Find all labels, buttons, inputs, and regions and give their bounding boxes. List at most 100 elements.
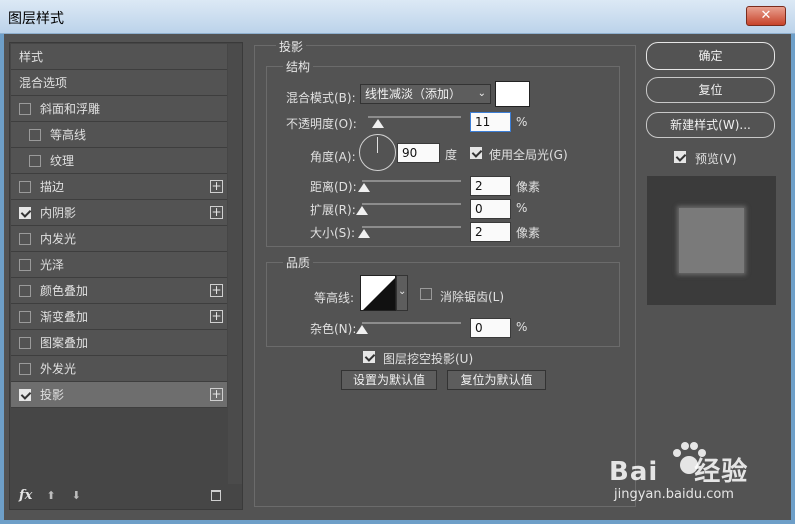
- make-default-button[interactable]: 设置为默认值: [341, 370, 437, 390]
- opacity-input[interactable]: 11: [470, 112, 511, 132]
- contour-dropdown-button[interactable]: ⌄: [396, 275, 408, 311]
- distance-label: 距离(D):: [310, 180, 357, 194]
- style-item[interactable]: 斜面和浮雕: [11, 96, 227, 122]
- style-item[interactable]: 投影 +: [11, 382, 227, 408]
- knockout-label: 图层挖空投影(U): [383, 352, 474, 366]
- style-item[interactable]: 描边 +: [11, 174, 227, 200]
- angle-dial[interactable]: [359, 134, 396, 171]
- anti-alias-checkbox[interactable]: [420, 288, 432, 300]
- style-checkbox[interactable]: [19, 206, 31, 219]
- opacity-slider[interactable]: [368, 116, 461, 118]
- style-checkbox[interactable]: [19, 362, 31, 375]
- blend-mode-value: 线性减淡（添加）: [365, 87, 462, 101]
- blend-mode-select[interactable]: 线性减淡（添加） ⌄: [360, 84, 491, 104]
- styles-footer: fx ⬆ ⬇: [11, 482, 241, 508]
- size-slider-thumb[interactable]: [357, 229, 370, 238]
- style-item[interactable]: 内阴影 +: [11, 200, 227, 226]
- baidu-jingyan-watermark: Bai 经验 jingyan.baidu.com: [609, 439, 789, 514]
- style-checkbox[interactable]: [19, 284, 31, 297]
- ok-button[interactable]: 确定: [646, 42, 775, 70]
- structure-title: 结构: [283, 58, 314, 75]
- distance-input[interactable]: 2: [470, 176, 511, 196]
- style-item[interactable]: 颜色叠加 +: [11, 278, 227, 304]
- style-item[interactable]: 样式: [11, 44, 227, 70]
- distance-slider-thumb[interactable]: [357, 183, 370, 192]
- style-item[interactable]: 图案叠加: [11, 330, 227, 356]
- move-up-icon[interactable]: ⬆: [46, 489, 55, 502]
- style-checkbox[interactable]: [19, 336, 31, 349]
- spread-input[interactable]: 0: [470, 199, 511, 219]
- style-item[interactable]: 内发光: [11, 226, 227, 252]
- new-style-label: 新建样式(W)...: [670, 118, 751, 132]
- global-light-checkbox[interactable]: [470, 147, 482, 159]
- quality-title: 品质: [283, 254, 314, 271]
- style-checkbox[interactable]: [19, 310, 31, 323]
- style-checkbox[interactable]: [19, 388, 31, 401]
- add-style-icon[interactable]: +: [210, 206, 223, 219]
- angle-input[interactable]: 90: [397, 143, 440, 163]
- angle-label: 角度(A):: [310, 150, 356, 164]
- style-item-label: 外发光: [40, 362, 77, 376]
- style-item-label: 等高线: [50, 128, 87, 142]
- shadow-color-swatch[interactable]: [495, 81, 530, 107]
- reset-button[interactable]: 复位: [646, 77, 775, 103]
- style-checkbox[interactable]: [19, 232, 31, 245]
- style-checkbox[interactable]: [19, 102, 31, 115]
- contour-picker[interactable]: [360, 275, 396, 311]
- add-style-icon[interactable]: +: [210, 180, 223, 193]
- drop-shadow-title: 投影: [276, 38, 307, 55]
- style-checkbox[interactable]: [29, 154, 41, 167]
- trash-icon[interactable]: [210, 489, 221, 501]
- styles-scrollbar[interactable]: [228, 44, 242, 484]
- move-down-icon[interactable]: ⬇: [72, 489, 81, 502]
- add-style-icon[interactable]: +: [210, 388, 223, 401]
- style-item[interactable]: 渐变叠加 +: [11, 304, 227, 330]
- title-bar: 图层样式 ✕: [0, 0, 795, 34]
- spread-slider-thumb[interactable]: [356, 206, 368, 215]
- noise-input[interactable]: 0: [470, 318, 511, 338]
- style-item[interactable]: 混合选项: [11, 70, 227, 96]
- style-item-label: 样式: [19, 50, 44, 64]
- layer-style-dialog: 样式混合选项斜面和浮雕等高线纹理描边 + 内阴影 + 内发光光泽 颜色叠加 + 渐变叠加 + 图案…: [4, 34, 791, 520]
- spread-slider[interactable]: [362, 203, 461, 205]
- spread-label: 扩展(R):: [310, 203, 356, 217]
- reset-default-button[interactable]: 复位为默认值: [447, 370, 546, 390]
- styles-panel: 样式混合选项斜面和浮雕等高线纹理描边 + 内阴影 + 内发光光泽 颜色叠加 + 渐变叠加 + 图案…: [9, 42, 243, 510]
- add-style-icon[interactable]: +: [210, 310, 223, 323]
- chevron-down-icon: ⌄: [398, 286, 407, 297]
- contour-label: 等高线:: [314, 291, 355, 305]
- distance-slider[interactable]: [362, 180, 461, 182]
- knockout-checkbox[interactable]: [363, 351, 375, 363]
- style-checkbox[interactable]: [29, 128, 41, 141]
- close-button[interactable]: ✕: [746, 6, 786, 26]
- size-unit: 像素: [516, 226, 541, 240]
- style-item-label: 纹理: [50, 154, 75, 168]
- preview-checkbox[interactable]: [674, 151, 686, 163]
- close-icon: ✕: [760, 8, 772, 23]
- blend-mode-label: 混合模式(B):: [286, 91, 356, 105]
- angle-unit: 度: [445, 148, 458, 162]
- style-item-label: 斜面和浮雕: [40, 102, 101, 116]
- style-item[interactable]: 光泽: [11, 252, 227, 278]
- global-light-label: 使用全局光(G): [489, 148, 568, 162]
- styles-list: 样式混合选项斜面和浮雕等高线纹理描边 + 内阴影 + 内发光光泽 颜色叠加 + 渐变叠加 + 图案…: [11, 44, 227, 408]
- opacity-slider-thumb[interactable]: [372, 119, 385, 128]
- noise-slider-thumb[interactable]: [356, 325, 368, 334]
- style-item[interactable]: 纹理: [11, 148, 227, 174]
- style-item-label: 渐变叠加: [40, 310, 89, 324]
- window-title: 图层样式: [8, 11, 64, 27]
- size-value: 2: [475, 225, 483, 239]
- style-checkbox[interactable]: [19, 258, 31, 271]
- style-item[interactable]: 等高线: [11, 122, 227, 148]
- size-slider[interactable]: [362, 226, 461, 228]
- contour-linear-icon: [363, 278, 395, 310]
- style-item-label: 内发光: [40, 232, 77, 246]
- fx-icon[interactable]: fx: [19, 488, 32, 503]
- new-style-button[interactable]: 新建样式(W)...: [646, 112, 775, 138]
- opacity-unit: %: [516, 115, 528, 129]
- noise-slider[interactable]: [362, 322, 461, 324]
- style-checkbox[interactable]: [19, 180, 31, 193]
- add-style-icon[interactable]: +: [210, 284, 223, 297]
- size-input[interactable]: 2: [470, 222, 511, 242]
- style-item[interactable]: 外发光: [11, 356, 227, 382]
